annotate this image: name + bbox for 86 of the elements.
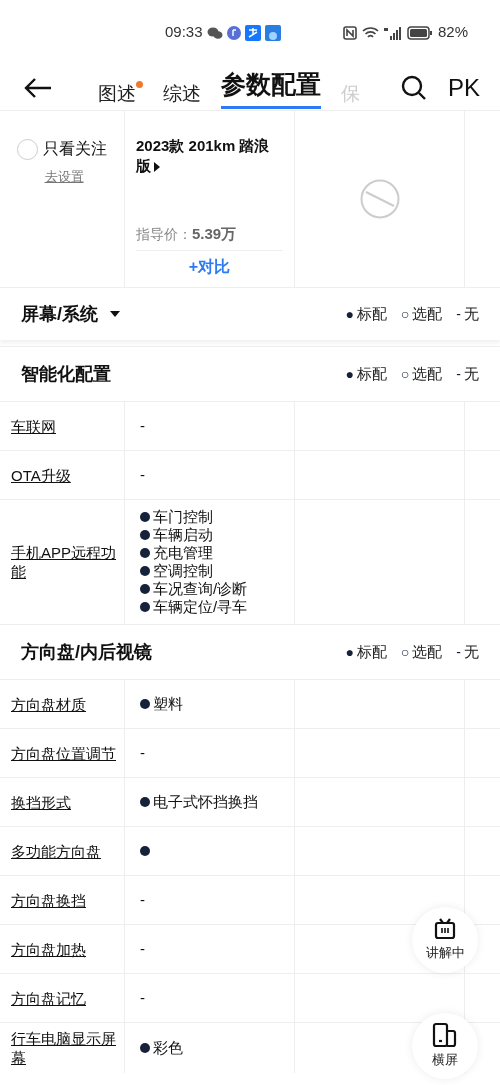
row-label[interactable]: 手机APP远程功能: [11, 543, 122, 581]
bullet-icon: [140, 566, 150, 576]
bullet-icon: [140, 602, 150, 612]
row-label[interactable]: 换挡形式: [11, 792, 71, 812]
value-text: -: [140, 987, 145, 1008]
bullet-icon: [140, 548, 150, 558]
bullet-icon: [140, 584, 150, 594]
value-text: 空调控制: [153, 562, 213, 580]
value-text: -: [140, 889, 145, 910]
section-title: 方向盘/内后视镜: [21, 640, 152, 664]
bullet-icon: [140, 512, 150, 522]
legend-label: 标配: [356, 363, 387, 384]
legend-symbol: ○: [400, 642, 410, 662]
signal-icon: [383, 25, 402, 40]
legend-label: 标配: [356, 303, 387, 324]
value-text: -: [140, 742, 145, 763]
triangle-icon: [154, 162, 160, 173]
price-label: 指导价：: [136, 224, 192, 244]
category-title[interactable]: 屏幕/系统: [21, 300, 98, 328]
legend-symbol: ○: [400, 364, 410, 384]
row-label[interactable]: 方向盘位置调节: [11, 743, 116, 763]
value-text: -: [140, 938, 145, 959]
tv-icon: [433, 917, 457, 942]
legend-symbol: -: [456, 642, 461, 662]
bullet-icon: [140, 1043, 150, 1053]
section-title: 智能化配置: [21, 362, 111, 386]
music-icon: [226, 25, 241, 40]
legend-label: 标配: [356, 641, 387, 662]
search-icon: [401, 74, 427, 101]
row-label[interactable]: 方向盘记忆: [11, 988, 86, 1008]
price-value: 5.39万: [192, 223, 237, 244]
floating-button[interactable]: 讲解中: [412, 907, 478, 973]
legend-symbol: -: [456, 304, 461, 324]
legend-symbol: -: [456, 364, 461, 384]
settings-link[interactable]: 去设置: [44, 167, 84, 187]
legend-label: 选配: [412, 303, 443, 324]
legend-label: 选配: [412, 641, 443, 662]
app-icon: [244, 24, 261, 41]
value-text: -: [140, 415, 145, 436]
bullet-icon: [140, 846, 150, 856]
value-text: 电子式怀挡换挡: [153, 793, 258, 811]
value-text: 充电管理: [153, 544, 213, 562]
status-time: 09:33: [165, 22, 203, 43]
row-label[interactable]: 方向盘加热: [11, 939, 86, 959]
follow-label: 只看关注: [43, 139, 107, 159]
battery-percent: 82%: [437, 22, 468, 43]
value-text: 车门控制: [153, 508, 213, 526]
app-icon: [264, 24, 281, 41]
chat-icon: [206, 25, 223, 40]
nav-tab[interactable]: 图述: [98, 80, 136, 109]
pk-button[interactable]: PK: [448, 69, 480, 106]
bullet-icon: [140, 530, 150, 540]
model-name[interactable]: 2023款 201km 踏浪版: [136, 136, 283, 176]
nfc-icon: [342, 25, 357, 40]
row-label[interactable]: 行车电脑显示屏幕: [11, 1029, 122, 1067]
phone-icon: [431, 1022, 459, 1049]
legend-label: 选配: [412, 363, 443, 384]
battery-icon: [406, 25, 433, 40]
bullet-icon: [140, 699, 150, 709]
legend-symbol: ○: [400, 304, 410, 324]
row-label[interactable]: 多功能方向盘: [11, 841, 101, 861]
row-label[interactable]: 方向盘换挡: [11, 890, 86, 910]
floating-button[interactable]: 横屏: [412, 1013, 478, 1079]
nav-tab[interactable]: 参数配置: [221, 66, 321, 109]
row-label[interactable]: 方向盘材质: [11, 694, 86, 714]
wifi-icon: [361, 25, 379, 40]
value-text: 车辆定位/寻车: [153, 598, 248, 616]
value-text: 塑料: [153, 695, 183, 713]
value-text: 车辆启动: [153, 526, 213, 544]
back-icon: [24, 76, 52, 99]
legend-label: 无: [464, 303, 479, 324]
value-text: 彩色: [153, 1039, 183, 1057]
legend-symbol: ●: [345, 642, 354, 662]
legend-symbol: ●: [345, 304, 354, 324]
legend-symbol: ●: [345, 364, 354, 384]
caret-icon: [110, 311, 120, 317]
bullet-icon: [140, 797, 150, 807]
legend-label: 无: [464, 641, 479, 662]
unavailable-icon: [359, 179, 400, 219]
row-label[interactable]: 车联网: [11, 416, 56, 436]
value-text: -: [140, 464, 145, 485]
row-label[interactable]: OTA升级: [11, 465, 71, 485]
value-text: 车况查询/诊断: [153, 580, 248, 598]
compare-button[interactable]: +对比: [136, 255, 283, 279]
nav-tab[interactable]: 综述: [163, 80, 201, 109]
legend-label: 无: [464, 363, 479, 384]
